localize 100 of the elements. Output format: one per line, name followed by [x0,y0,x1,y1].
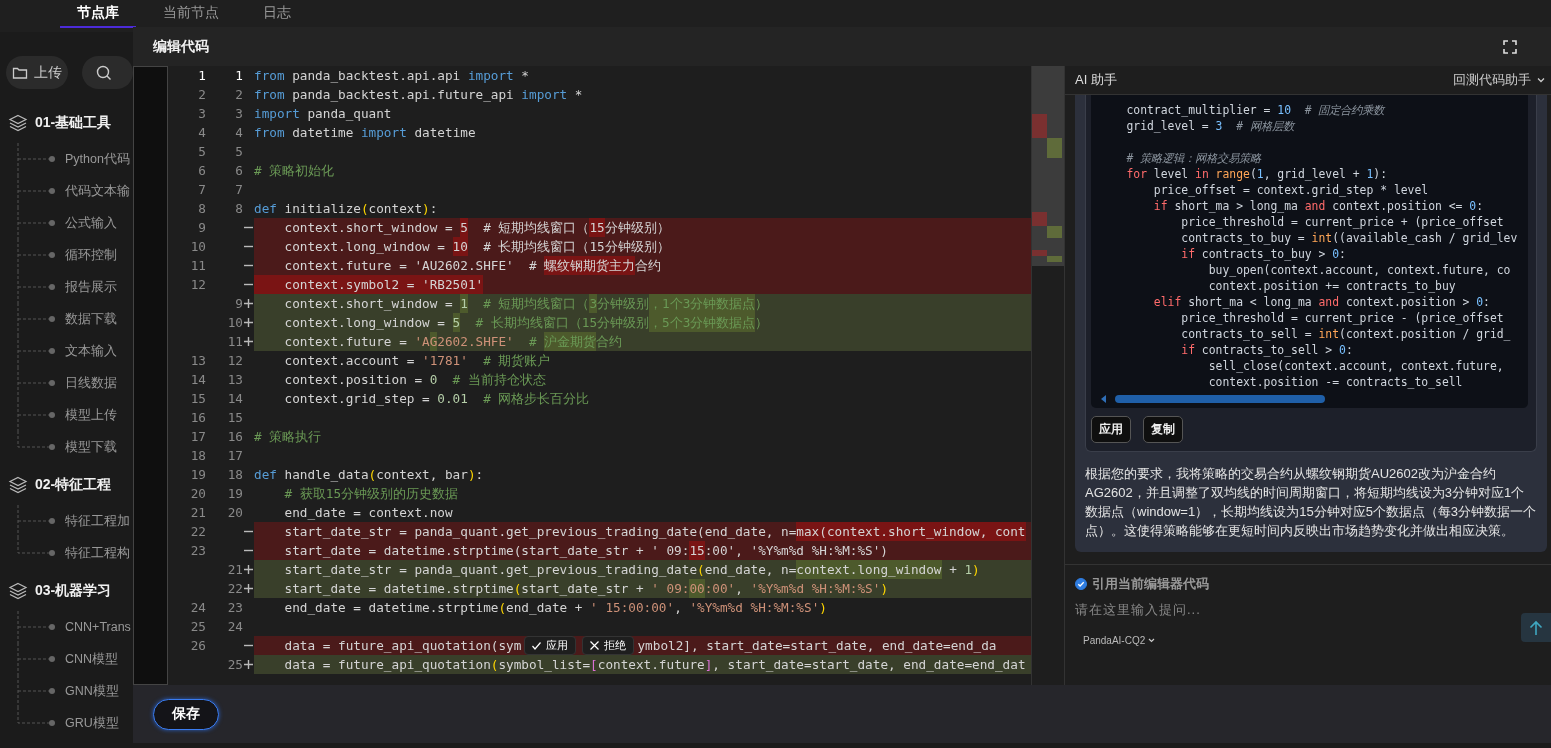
line-number: 5 [234,144,243,159]
code-line: context.position = 0 # 当前持仓状态 [283,371,547,389]
sidebar-item[interactable]: GNN模型 [65,682,119,700]
bullet-icon [49,688,55,694]
bullet-icon [49,412,55,418]
line-number: 3 [234,106,243,121]
bullet-icon [49,444,55,450]
line-number: 5 [197,144,206,159]
line-number: 19 [189,467,206,482]
line-number: 24 [189,600,206,615]
line-number: 17 [226,448,243,463]
diff-action-button[interactable]: 拒绝 [582,636,635,655]
code-line: contracts_to_sell = int(context.position / grid_ [1180,326,1512,342]
sidebar-item[interactable]: 公式输入 [65,214,117,232]
sidebar-item[interactable]: 报告展示 [65,278,117,296]
checkbox[interactable] [1075,578,1087,590]
bullet-icon [49,720,55,726]
send-button[interactable] [1521,613,1551,642]
sidebar-item[interactable]: 特征工程构 [65,544,130,562]
sidebar-item[interactable]: CNN模型 [65,650,119,668]
code-action-button[interactable]: 复制 [1143,416,1183,443]
line-number: 7 [234,182,243,197]
plus-icon [244,660,253,669]
sidebar-item[interactable]: 日线数据 [65,374,117,392]
sidebar-item[interactable]: 模型上传 [65,406,117,424]
model-dropdown[interactable]: PandaAI-CQ2 [1083,635,1146,646]
sidebar-item[interactable]: 特征工程加 [65,512,130,530]
tree-connector [17,303,51,335]
tab[interactable]: 日志 [246,0,308,28]
sidebar-item[interactable]: 数据下载 [65,310,117,328]
line-number: 4 [197,125,206,140]
search-button[interactable] [82,56,133,89]
line-number: 20 [189,486,206,501]
code-line: context.account = '1781' # 期货账户 [283,352,552,370]
group-title[interactable]: 01-基础工具 [35,114,112,132]
tree-connector [17,367,51,399]
code-line: if contracts_to_buy > 0: [1180,246,1347,262]
code-line: from panda_backtest.api.future_api import * [254,86,584,104]
caret-icon[interactable] [1537,77,1545,83]
question-field[interactable]: 请在这里输入提问... [1075,601,1541,629]
plus-icon [244,318,253,327]
code-line: buy_open(context.account, context.future, co [1207,262,1512,278]
line-number: 2 [234,87,243,102]
code-line: end_date = datetime.strptime(end_date + ' 15:00:00', '%Y%m%d %H:%M:%S') [283,599,828,617]
caret-icon[interactable] [1148,638,1156,643]
sidebar-item[interactable]: GRU模型 [65,714,119,732]
code-line: sell_close(context.account, context.future, [1207,358,1505,374]
layers-icon [8,114,28,132]
check-icon [532,641,542,650]
sidebar-item[interactable]: 文本输入 [65,342,117,360]
line-number: 6 [197,163,206,178]
save-button[interactable]: 保存 [153,698,219,730]
code-line: price_offset = context.grid_step * level [1152,182,1430,198]
line-number: 21 [189,505,206,520]
bullet-icon [49,188,55,194]
line-number: 25 [226,657,243,672]
line-number: 14 [189,372,206,387]
line-number: 8 [234,201,243,216]
line-number: 9 [234,296,243,311]
code-action-button[interactable]: 应用 [1091,416,1131,443]
group-title[interactable]: 03-机器学习 [35,582,112,600]
line-number: 15 [189,391,206,406]
upload-button[interactable]: 上传 [6,56,68,89]
fullscreen-icon[interactable] [1503,39,1517,54]
line-number: 14 [226,391,243,406]
bullet-icon [49,156,55,162]
bullet-icon [49,220,55,226]
diff-action-button[interactable]: 应用 [524,636,577,655]
layers-icon [8,476,28,494]
checkbox-label: 引用当前编辑器代码 [1092,575,1209,593]
tab[interactable]: 当前节点 [146,0,236,28]
layers-icon [8,582,28,600]
line-number: 1 [197,68,206,83]
tree-connector [17,271,51,303]
line-number: 1 [234,68,243,83]
sidebar-item[interactable]: Python代码 [65,150,130,168]
sidebar-item[interactable]: 循环控制 [65,246,117,264]
group-title[interactable]: 02-特征工程 [35,476,112,494]
tree-connector [17,335,51,367]
bullet-icon [49,624,55,630]
line-number: 21 [226,562,243,577]
dialog-title: 编辑代码 [153,37,209,56]
folder-icon [12,65,28,80]
arrow-up-icon [1529,619,1543,636]
sidebar-item[interactable]: CNN+Trans [65,620,131,634]
tree-connector [17,239,51,271]
sidebar-item[interactable]: 模型下载 [65,438,117,456]
code-line: price_threshold = current_price + (price_offset [1180,214,1505,230]
tab[interactable]: 节点库 [60,0,136,28]
tree-connector [17,643,51,675]
mode-dropdown[interactable]: 回测代码助手 [1453,71,1531,89]
search-icon [96,64,112,81]
line-number: 16 [226,429,243,444]
code-line: # 获取15分钟级别的历史数据 [283,485,460,503]
sidebar-item[interactable]: 代码文本输 [65,182,130,200]
bullet-icon [49,348,55,354]
code-line: price_threshold = current_price - (price_offset [1180,310,1505,326]
line-number: 9 [197,220,206,235]
line-number: 18 [226,467,243,482]
bullet-icon [49,380,55,386]
